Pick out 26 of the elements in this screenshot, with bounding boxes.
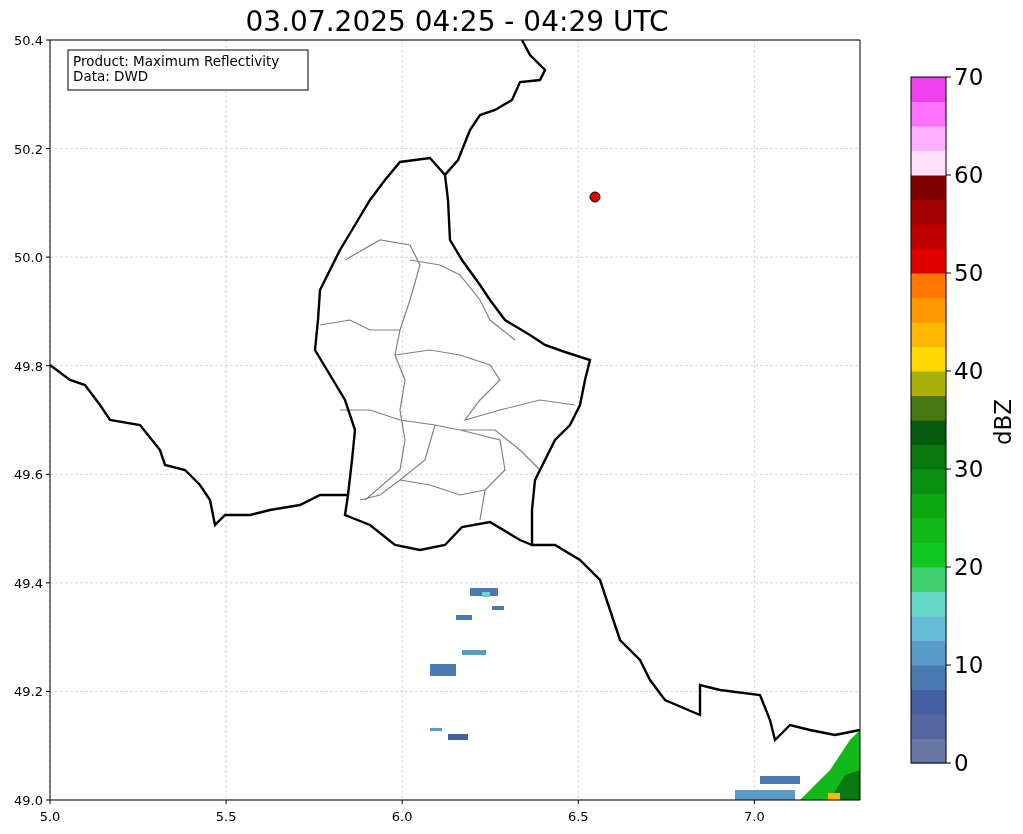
x-axis-tick-label: 6.5: [567, 809, 589, 824]
colorbar-tick-label: 60: [954, 162, 984, 188]
y-axis-tick-label: 49.6: [14, 467, 43, 483]
y-axis-tick-label: 49.4: [14, 575, 43, 591]
y-axis-tick-label: 49.2: [14, 684, 43, 700]
colorbar-label: dBZ: [990, 398, 1016, 446]
location-marker: [589, 191, 601, 203]
colorbar-tick-label: 30: [954, 456, 984, 482]
colorbar-tick-label: 0: [954, 750, 969, 776]
y-axis-tick-label: 50.2: [14, 141, 43, 157]
colorbar-tick-label: 50: [954, 260, 984, 286]
x-axis-tick-label: 7.0: [744, 809, 765, 824]
colorbar-tick-label: 70: [954, 64, 984, 90]
y-axis-tick-label: 49.8: [14, 358, 43, 374]
x-axis-tick-label: 5.5: [215, 809, 237, 824]
x-axis-tick-label: 5.0: [39, 809, 61, 824]
colorbar-tick-label: 40: [954, 358, 984, 384]
annotation-text: Data: DWD: [73, 68, 149, 84]
annotation-text: Product: Maximum Reflectivity: [73, 53, 280, 69]
colorbar-tick-label: 20: [954, 554, 984, 580]
y-axis-tick-label: 49.0: [14, 793, 43, 808]
x-axis-tick-label: 6.0: [391, 809, 413, 824]
figure-title: 03.07.2025 04:25 - 04:29 UTC: [245, 5, 669, 38]
y-axis-tick-label: 50.4: [14, 33, 43, 48]
colorbar-tick-label: 10: [954, 652, 984, 678]
y-axis-tick-label: 50.0: [14, 250, 43, 266]
